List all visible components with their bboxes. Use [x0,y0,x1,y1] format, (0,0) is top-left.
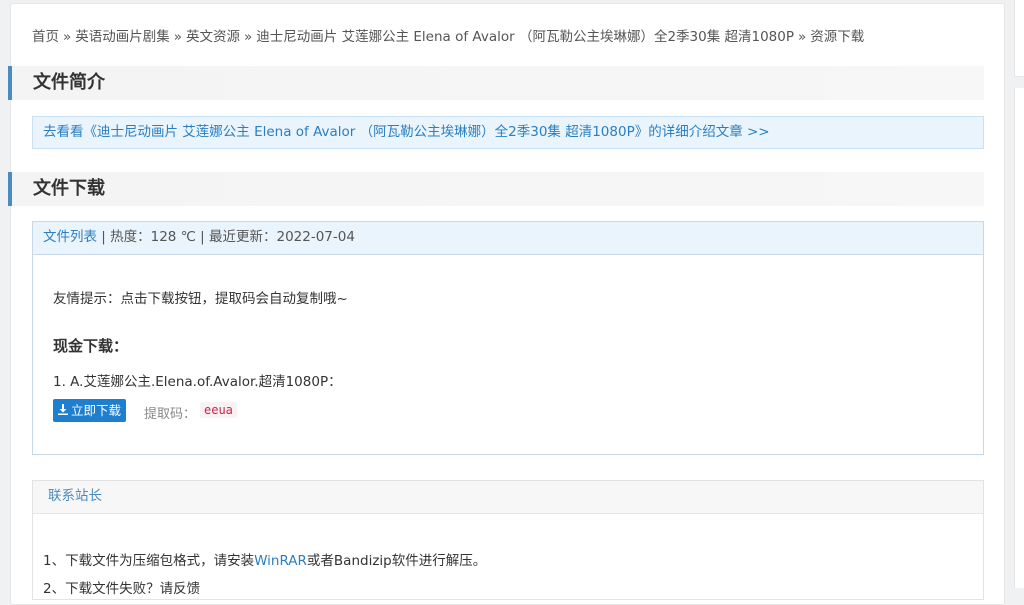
note-unzip-prefix: 1、下载文件为压缩包格式，请安装 [43,553,255,569]
cash-download-title: 现金下载： [53,337,129,355]
download-icon [57,399,68,422]
main-content-card: 首页» 英语动画片剧集» 英文资源» 迪士尼动画片 艾莲娜公主 Elena of Av… [8,3,1005,605]
right-sidebar-widget [1014,0,1024,77]
file-list-link[interactable]: 文件列表 [43,229,97,245]
download-now-label: 立即下载 [70,403,121,418]
section-title-intro: 文件简介 [8,66,984,100]
note-unzip: 1、下载文件为压缩包格式，请安装WinRAR或者Bandizip软件进行解压。 [43,549,486,569]
breadcrumb: 首页» 英语动画片剧集» 英文资源» 迪士尼动画片 艾莲娜公主 Elena of Av… [32,25,864,45]
file-item-name: 1. A.艾莲娜公主.Elena.of.Avalor.超清1080P： [53,374,342,390]
download-tip: 友情提示：点击下载按钮，提取码会自动复制哦~ [53,291,348,307]
breadcrumb-article[interactable]: 迪士尼动画片 艾莲娜公主 Elena of Avalor （阿瓦勒公主埃琳娜）全… [256,29,794,45]
file-list-panel: 文件列表 | 热度：128 ℃ | 最近更新：2022-07-04 友情提示：点… [32,221,984,455]
download-now-button[interactable]: 立即下载 [53,399,126,422]
breadcrumb-separator: » [244,29,253,45]
breadcrumb-category[interactable]: 英语动画片剧集 [75,29,170,45]
breadcrumb-home[interactable]: 首页 [32,29,59,45]
breadcrumb-separator: » [173,29,183,45]
breadcrumb-current: 资源下载 [810,29,865,45]
file-list-header: 文件列表 | 热度：128 ℃ | 最近更新：2022-07-04 [33,222,983,255]
contact-title: 联系站长 [48,488,102,504]
extract-code-value: eeua [200,402,237,418]
right-sidebar-widget-2 [1014,88,1024,588]
note-unzip-suffix: 或者Bandizip软件进行解压。 [306,553,487,569]
winrar-link[interactable]: WinRAR [254,553,307,569]
breadcrumb-subcategory[interactable]: 英文资源 [186,29,240,45]
contact-header: 联系站长 [33,481,983,514]
note-feedback: 2、下载文件失败？请反馈 [43,581,201,597]
section-title-download: 文件下载 [8,172,984,206]
intro-article-link[interactable]: 去看看《迪士尼动画片 艾莲娜公主 Elena of Avalor （阿瓦勒公主埃… [32,116,984,149]
breadcrumb-separator: » [63,29,72,45]
file-list-meta: | 热度：128 ℃ | 最近更新：2022-07-04 [97,229,355,245]
breadcrumb-separator: » [798,29,807,45]
extract-code-label: 提取码： [144,407,197,422]
contact-panel: 联系站长 1、下载文件为压缩包格式，请安装WinRAR或者Bandizip软件进… [32,480,984,600]
